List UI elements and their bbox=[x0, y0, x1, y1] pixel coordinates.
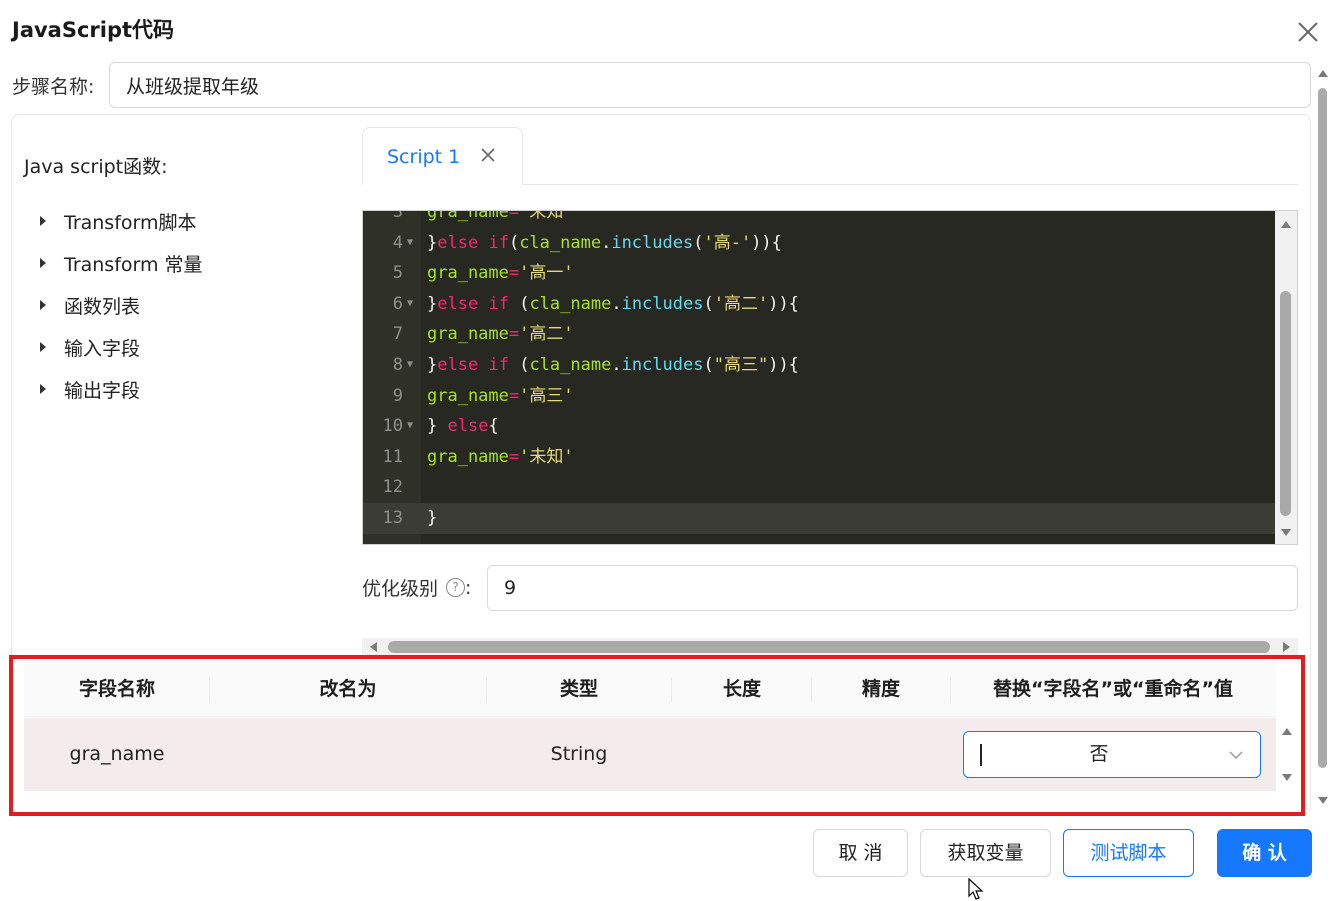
code-line[interactable]: 6 ▼ }else if (cla_name.includes('高二')){ bbox=[363, 289, 1277, 320]
code-text: } bbox=[427, 507, 438, 528]
scroll-up-icon[interactable] bbox=[1318, 70, 1328, 77]
dialog-title: JavaScript代码 bbox=[12, 18, 175, 42]
code-text: } else{ bbox=[427, 416, 499, 437]
tab-content-area bbox=[362, 185, 1298, 205]
line-number: 3 bbox=[392, 210, 403, 222]
tree-item-label: 输入字段 bbox=[64, 337, 141, 360]
caret-right-icon[interactable] bbox=[40, 216, 46, 226]
code-text: }else if (cla_name.includes('高二')){ bbox=[427, 293, 799, 314]
fold-icon[interactable]: ▼ bbox=[407, 350, 413, 381]
dialog-scrollbar[interactable] bbox=[1316, 62, 1330, 806]
tree-item-input-fields[interactable]: 输入字段 bbox=[36, 326, 203, 368]
tree-item-output-fields[interactable]: 输出字段 bbox=[36, 368, 203, 410]
code-line[interactable]: 9 gra_name='高三' bbox=[363, 381, 1277, 412]
tree-item-label: 函数列表 bbox=[64, 295, 141, 318]
code-text: gra_name='高二' bbox=[427, 324, 574, 345]
step-name-input[interactable] bbox=[109, 62, 1311, 108]
code-text: gra_name='未知' bbox=[427, 446, 574, 467]
editor-scrollbar[interactable] bbox=[1275, 211, 1297, 544]
cancel-button[interactable]: 取 消 bbox=[813, 829, 908, 877]
fold-icon[interactable]: ▼ bbox=[407, 228, 413, 259]
scroll-right-icon[interactable] bbox=[1283, 642, 1290, 652]
function-tree: Transform脚本 Transform 常量 函数列表 输入字段 输出字段 bbox=[36, 200, 203, 410]
line-number: 6 bbox=[392, 293, 403, 314]
scroll-down-icon[interactable] bbox=[1318, 797, 1328, 804]
caret-right-icon[interactable] bbox=[40, 342, 46, 352]
code-line[interactable]: 4 ▼ }else if(cla_name.includes('高-')){ bbox=[363, 228, 1277, 259]
line-number: 7 bbox=[392, 324, 403, 345]
code-line[interactable]: 7 gra_name='高二' bbox=[363, 319, 1277, 350]
optimize-level-label: 优化级别?: bbox=[362, 574, 471, 601]
line-number: 4 bbox=[392, 232, 403, 253]
tab-label: Script 1 bbox=[387, 146, 461, 168]
horizontal-scrollbar[interactable] bbox=[362, 638, 1298, 656]
code-line[interactable]: 5 gra_name='高一' bbox=[363, 258, 1277, 289]
code-text: gra_name='未知' bbox=[427, 210, 574, 222]
tab-script-1[interactable]: Script 1 bbox=[362, 127, 523, 185]
mouse-pointer-icon bbox=[968, 878, 984, 900]
tab-divider bbox=[523, 184, 1298, 185]
confirm-button[interactable]: 确 认 bbox=[1217, 829, 1312, 877]
scrollbar-thumb[interactable] bbox=[1318, 88, 1327, 768]
highlight-box bbox=[9, 655, 1305, 816]
js-functions-heading: Java script函数: bbox=[24, 156, 168, 178]
code-line[interactable]: 11 gra_name='未知' bbox=[363, 442, 1277, 473]
code-line[interactable]: 12 bbox=[363, 472, 1277, 503]
tree-item-transform-constants[interactable]: Transform 常量 bbox=[36, 242, 203, 284]
scrollbar-thumb[interactable] bbox=[388, 641, 1270, 653]
code-text: gra_name='高三' bbox=[427, 385, 574, 406]
fold-icon[interactable]: ▼ bbox=[407, 411, 413, 442]
optimize-level-input[interactable] bbox=[487, 565, 1298, 611]
tree-item-label: Transform脚本 bbox=[64, 211, 197, 234]
close-icon[interactable] bbox=[1294, 18, 1322, 46]
close-icon[interactable] bbox=[480, 147, 496, 163]
tree-item-transform-script[interactable]: Transform脚本 bbox=[36, 200, 203, 242]
test-script-button[interactable]: 测试脚本 bbox=[1063, 829, 1194, 877]
help-icon[interactable]: ? bbox=[446, 578, 466, 597]
scrollbar-thumb[interactable] bbox=[1280, 291, 1291, 516]
code-editor[interactable]: 3 gra_name='未知' 4 ▼}else if(cla_name.inclu… bbox=[362, 210, 1298, 545]
tree-item-label: 输出字段 bbox=[64, 379, 141, 402]
caret-right-icon[interactable] bbox=[40, 384, 46, 394]
line-number: 10 bbox=[382, 416, 403, 437]
get-variables-button[interactable]: 获取变量 bbox=[920, 829, 1051, 877]
code-text: }else if(cla_name.includes('高-')){ bbox=[427, 232, 782, 253]
code-line[interactable]: 3 gra_name='未知' bbox=[363, 210, 1277, 228]
code-text: gra_name='高一' bbox=[427, 263, 574, 284]
scroll-left-icon[interactable] bbox=[370, 642, 377, 652]
line-number: 8 bbox=[392, 354, 403, 375]
line-number: 5 bbox=[392, 263, 403, 284]
line-number: 12 bbox=[382, 477, 403, 498]
tree-item-label: Transform 常量 bbox=[64, 253, 203, 276]
code-line[interactable]: 10 ▼ } else{ bbox=[363, 411, 1277, 442]
line-number: 13 bbox=[382, 507, 403, 528]
caret-right-icon[interactable] bbox=[40, 258, 46, 268]
tree-item-function-list[interactable]: 函数列表 bbox=[36, 284, 203, 326]
code-text: }else if (cla_name.includes("高三")){ bbox=[427, 354, 799, 375]
scroll-up-icon[interactable] bbox=[1281, 221, 1291, 228]
line-number: 9 bbox=[392, 385, 403, 406]
step-name-label: 步骤名称: bbox=[12, 76, 95, 98]
code-line-active[interactable]: 13} bbox=[363, 502, 1277, 534]
fold-icon[interactable]: ▼ bbox=[407, 289, 413, 320]
optimize-level-text: 优化级别 bbox=[362, 578, 439, 600]
line-number: 11 bbox=[382, 446, 403, 467]
scroll-down-icon[interactable] bbox=[1281, 529, 1291, 536]
label-colon: : bbox=[465, 576, 472, 599]
code-line[interactable]: 8 ▼ }else if (cla_name.includes("高三")){ bbox=[363, 350, 1277, 381]
caret-right-icon[interactable] bbox=[40, 300, 46, 310]
